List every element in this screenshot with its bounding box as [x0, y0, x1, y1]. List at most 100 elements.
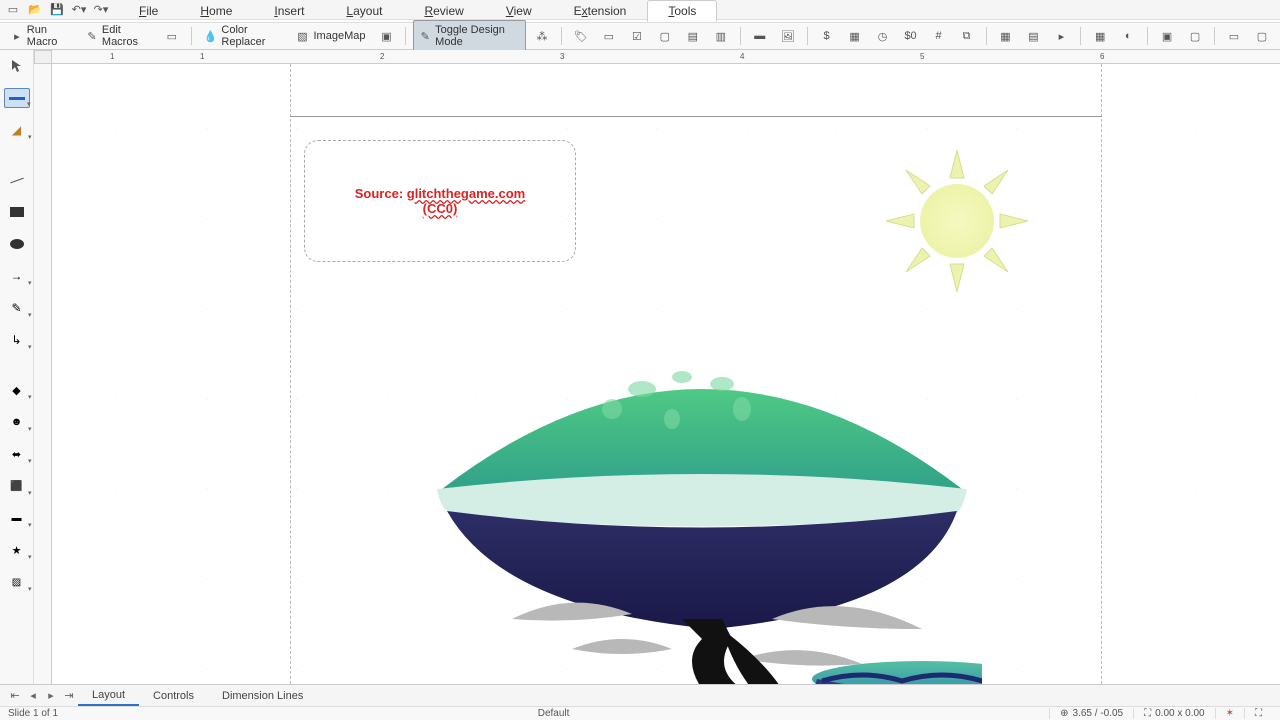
flowchart-tool[interactable]: ⬛▾	[4, 476, 30, 496]
textfield-button[interactable]: ▢	[653, 26, 677, 46]
pushbutton-button[interactable]: ▬	[748, 26, 772, 46]
scroll-button[interactable]: ◐	[1116, 26, 1140, 46]
save-icon[interactable]: 💾	[50, 3, 64, 17]
edit-macros-button[interactable]: ✎Edit Macros	[81, 21, 156, 51]
horizontal-ruler[interactable]: 1 1 2 3 4 5 6	[52, 50, 1280, 64]
grid-icon: ▦	[1093, 29, 1107, 43]
slide-canvas[interactable]: Source: glitchthegame.com (CC0)	[52, 64, 1280, 684]
imagemap-ext-button[interactable]: ▣	[374, 26, 398, 46]
island-tree-graphic[interactable]	[422, 329, 982, 684]
color-replacer-button[interactable]: 💧Color Replacer	[199, 21, 287, 51]
ruler-tick: 1	[200, 52, 204, 61]
tag-button[interactable]: 🏷	[569, 26, 593, 46]
ellipse-tool[interactable]	[4, 234, 30, 254]
rectangle-tool[interactable]	[4, 202, 30, 222]
last-slide-button[interactable]: ⇥	[60, 689, 78, 702]
date-button[interactable]: ▦	[843, 26, 867, 46]
time-button[interactable]: ◷	[871, 26, 895, 46]
wand-icon: ⁂	[535, 29, 549, 43]
navbar-button[interactable]: ▸	[1049, 26, 1073, 46]
next-slide-button[interactable]: ▸	[42, 689, 60, 702]
size-icon: ⛶	[1144, 708, 1151, 719]
menu-tools[interactable]: Tools	[647, 0, 717, 22]
status-save-indicator[interactable]: ✶	[1215, 708, 1244, 719]
menu-home[interactable]: Home	[179, 0, 253, 22]
sun-graphic[interactable]	[882, 146, 1032, 296]
wand-button[interactable]: ⁂	[530, 26, 554, 46]
menu-extension[interactable]: Extension	[553, 0, 648, 22]
textbox-source-attribution[interactable]: Source: glitchthegame.com (CC0)	[304, 140, 576, 262]
block-arrows-tool[interactable]: ⬌▾	[4, 444, 30, 464]
imagebutton-icon: 🖼	[781, 29, 795, 43]
connector-tool[interactable]: ↳▾	[4, 330, 30, 350]
menu-file[interactable]: File	[118, 0, 179, 22]
basic-shapes-tool[interactable]: ◆▾	[4, 380, 30, 400]
form-icon: ▭	[1227, 29, 1241, 43]
first-slide-button[interactable]: ⇤	[6, 689, 24, 702]
select-tool[interactable]	[4, 56, 30, 76]
clock-icon: ◷	[876, 29, 890, 43]
imagemap-button[interactable]: ▧ImageMap	[291, 26, 371, 46]
callout-tool[interactable]: ▬▾	[4, 508, 30, 528]
label-button[interactable]: ▭	[597, 26, 621, 46]
image-icon: ▧	[296, 29, 310, 43]
tab-dimension-lines[interactable]: Dimension Lines	[208, 687, 317, 705]
tablecontrol-button[interactable]: ▤	[1021, 26, 1045, 46]
listbox-button[interactable]: ▤	[681, 26, 705, 46]
menu-bar: File Home Insert Layout Review View Exte…	[118, 0, 717, 22]
status-zoom-fit[interactable]: ⛶	[1244, 708, 1272, 719]
pattern-button[interactable]: ⧉	[955, 26, 979, 46]
vertical-ruler[interactable]	[34, 64, 52, 684]
currency0-button[interactable]: $0	[899, 26, 923, 46]
numeric-button[interactable]: #	[927, 26, 951, 46]
redo-icon[interactable]: ↷▾	[94, 3, 108, 17]
tab-controls[interactable]: Controls	[139, 687, 208, 705]
tab-layout[interactable]: Layout	[78, 686, 139, 706]
dollar0-icon: $0	[904, 29, 918, 43]
ruler-tick: 5	[920, 52, 924, 61]
arrow-tool[interactable]: →▾	[4, 266, 30, 286]
label-icon: ▭	[602, 29, 616, 43]
status-bar: Slide 1 of 1 Default ⊕ 3.65 / -0.05 ⛶ 0.…	[0, 706, 1280, 720]
grid-button[interactable]: ▦	[1088, 26, 1112, 46]
menu-layout[interactable]: Layout	[325, 0, 403, 22]
checkbox-button[interactable]: ☑	[625, 26, 649, 46]
separator	[740, 27, 741, 45]
menu-view[interactable]: View	[485, 0, 553, 22]
currency-button[interactable]: $	[815, 26, 839, 46]
tools-toolbar: ▸Run Macro ✎Edit Macros ▭ 💧Color Replace…	[0, 22, 1280, 50]
form-design-button[interactable]: ▭	[1222, 26, 1246, 46]
listbox-icon: ▤	[686, 29, 700, 43]
open-icon[interactable]: 📂	[28, 3, 42, 17]
filecontrol-button[interactable]: ▢	[1183, 26, 1207, 46]
textfield-icon: ▢	[658, 29, 672, 43]
stars-tool[interactable]: ★▾	[4, 540, 30, 560]
spinbutton-button[interactable]: ▣	[1155, 26, 1179, 46]
layer-tab-bar: ⇤ ◂ ▸ ⇥ Layout Controls Dimension Lines	[0, 684, 1280, 706]
run-macro-button[interactable]: ▸Run Macro	[6, 21, 77, 51]
imagebutton-button[interactable]: 🖼	[776, 26, 800, 46]
line-color-tool[interactable]: ▾	[4, 88, 30, 108]
toggle-design-mode-button[interactable]: ✎Toggle Design Mode	[413, 20, 526, 52]
status-slide-count: Slide 1 of 1	[8, 708, 58, 719]
ruler-tick: 2	[380, 52, 384, 61]
curve-tool[interactable]: ✎▾	[4, 298, 30, 318]
groupbox-button[interactable]: ▦	[993, 26, 1017, 46]
new-doc-icon[interactable]: ▭	[6, 3, 20, 17]
prev-slide-button[interactable]: ◂	[24, 689, 42, 702]
status-slide-style[interactable]: Default	[538, 708, 570, 719]
scroll-icon: ◐	[1121, 29, 1135, 43]
save-status-icon: ✶	[1226, 708, 1234, 719]
line-tool[interactable]	[4, 170, 30, 190]
macro-doc-button[interactable]: ▭	[160, 26, 184, 46]
fill-color-tool[interactable]: ◢▾	[4, 120, 30, 140]
undo-icon[interactable]: ↶▾	[72, 3, 86, 17]
form-nav-button[interactable]: ▢	[1250, 26, 1274, 46]
run-macro-label: Run Macro	[27, 24, 72, 48]
combo-button[interactable]: ▥	[709, 26, 733, 46]
separator	[191, 27, 192, 45]
3d-tool[interactable]: ▨▾	[4, 572, 30, 592]
symbol-shapes-tool[interactable]: ☻▾	[4, 412, 30, 432]
menu-review[interactable]: Review	[403, 0, 484, 22]
menu-insert[interactable]: Insert	[253, 0, 325, 22]
